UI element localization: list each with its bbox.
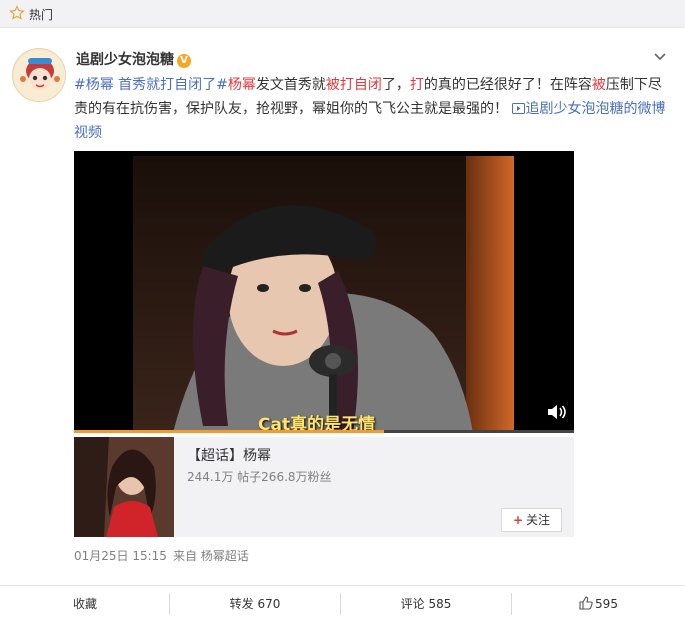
star-icon bbox=[9, 5, 25, 20]
chevron-down-icon[interactable] bbox=[650, 50, 670, 64]
plus-icon: + bbox=[512, 513, 524, 527]
comment-button[interactable]: 评论 585 bbox=[341, 586, 511, 622]
avatar[interactable] bbox=[12, 48, 66, 102]
like-button[interactable]: 595 bbox=[512, 586, 685, 622]
topic-card-image bbox=[74, 437, 174, 537]
post-timestamp[interactable]: 01月25日 15:15 bbox=[74, 549, 167, 563]
text-highlight: 杨幂 bbox=[227, 77, 256, 93]
verified-badge-icon: V bbox=[177, 54, 191, 68]
post-author[interactable]: 追剧少女泡泡糖 V bbox=[76, 49, 191, 69]
thumbs-up-icon bbox=[579, 596, 593, 610]
action-bar: 收藏 转发 670 评论 585 595 bbox=[0, 585, 685, 623]
post-text: #杨幂 首秀就打自闭了#杨幂发文首秀就被打自闭了，打的真的已经很好了！在阵容被压… bbox=[74, 73, 674, 145]
text-highlight: 被打自闭 bbox=[325, 77, 382, 93]
comment-label: 评论 585 bbox=[400, 597, 452, 611]
repost-label: 转发 670 bbox=[229, 597, 281, 611]
text-segment: 的真的已经很好了！在阵容 bbox=[423, 77, 592, 93]
collect-button[interactable]: 收藏 bbox=[0, 586, 170, 622]
post-author-name[interactable]: 追剧少女泡泡糖 bbox=[76, 52, 174, 68]
section-label: 热门 bbox=[29, 8, 54, 22]
text-segment: 发文首秀就 bbox=[255, 77, 326, 93]
video-progress-fill bbox=[74, 430, 384, 433]
text-segment: 了， bbox=[381, 77, 410, 93]
topic-link[interactable]: #杨幂 首秀就打自闭了# bbox=[74, 77, 228, 93]
video-frame: Cat真的是无情 bbox=[133, 156, 514, 433]
repost-button[interactable]: 转发 670 bbox=[170, 586, 340, 622]
topic-card-stats: 244.1万 帖子266.8万粉丝 bbox=[187, 470, 332, 484]
post-meta: 01月25日 15:15 来自 杨幂超话 bbox=[74, 547, 255, 564]
video-icon bbox=[512, 103, 526, 114]
video-figure bbox=[173, 205, 473, 433]
speaker-icon[interactable] bbox=[546, 404, 566, 420]
post-source[interactable]: 来自 杨幂超话 bbox=[173, 549, 249, 563]
video-player[interactable]: Cat真的是无情 bbox=[74, 151, 574, 433]
top-bar: 热门 bbox=[0, 0, 685, 28]
follow-label: 关注 bbox=[526, 513, 551, 527]
avatar-illustration bbox=[14, 50, 65, 101]
text-highlight: 被 bbox=[591, 77, 606, 93]
like-count: 595 bbox=[595, 597, 618, 611]
text-highlight: 打 bbox=[409, 77, 424, 93]
topic-card-portrait bbox=[74, 437, 174, 537]
collect-label: 收藏 bbox=[72, 597, 97, 611]
topic-card-title[interactable]: 【超话】杨幂 bbox=[187, 445, 271, 465]
follow-button[interactable]: + 关注 bbox=[501, 508, 562, 532]
topic-card[interactable]: 【超话】杨幂 244.1万 帖子266.8万粉丝 + 关注 bbox=[74, 437, 574, 537]
